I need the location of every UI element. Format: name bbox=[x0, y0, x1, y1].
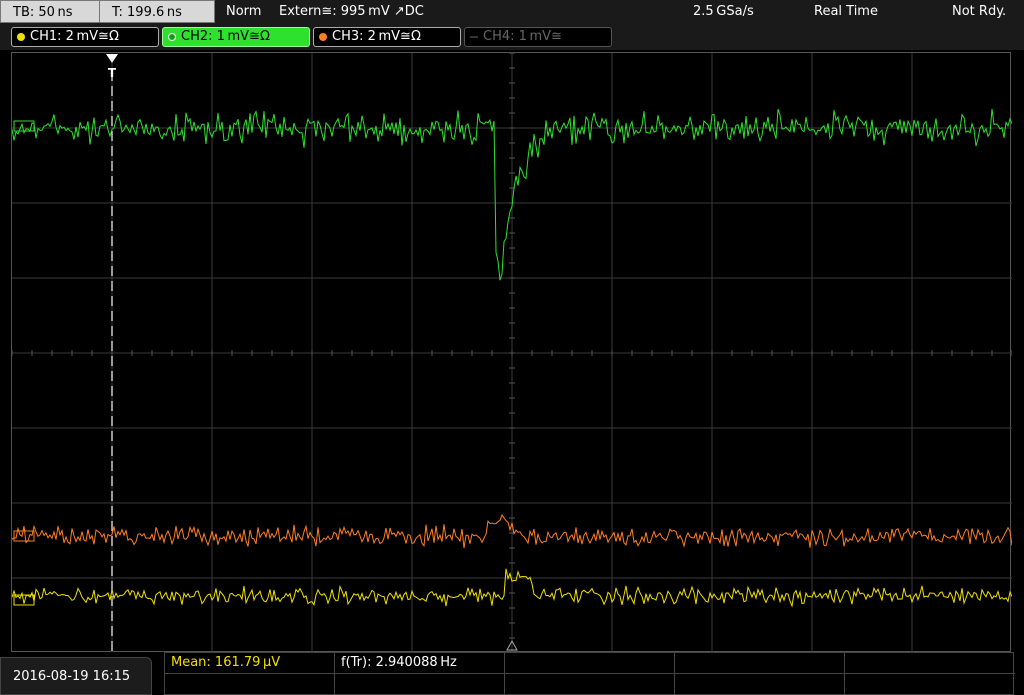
sample-rate[interactable]: 2.5 GSa/s bbox=[693, 0, 754, 23]
measurement-slot-3[interactable] bbox=[505, 653, 675, 674]
channel-2-button[interactable]: CH2: 1 mV≅Ω bbox=[162, 27, 310, 47]
trigger-mode[interactable]: Norm bbox=[226, 0, 261, 23]
mean-measurement[interactable]: Mean: 161.79 µV bbox=[165, 653, 335, 674]
measurement-slot-8[interactable] bbox=[505, 674, 675, 695]
frequency-measurement[interactable]: f(Tr): 2.940088 Hz bbox=[335, 653, 505, 674]
channel-3-label: CH3: 2 mV≅Ω bbox=[332, 29, 421, 44]
measurement-panel[interactable]: Mean: 161.79 µV f(Tr): 2.940088 Hz bbox=[164, 652, 1015, 695]
timebase-readout[interactable]: TB: 50 ns bbox=[0, 0, 100, 23]
channel-3-button[interactable]: CH3: 2 mV≅Ω bbox=[313, 27, 461, 47]
channel-3-dot-icon bbox=[319, 33, 327, 41]
channel-1-dot-icon bbox=[17, 33, 25, 41]
channel-bar: CH1: 2 mV≅Ω CH2: 1 mV≅Ω CH3: 2 mV≅Ω CH4:… bbox=[0, 25, 1024, 50]
channel-4-dash-icon bbox=[470, 36, 478, 38]
channel-2-label: CH2: 1 mV≅Ω bbox=[181, 29, 270, 44]
timebase-value: TB: 50 ns bbox=[13, 5, 73, 20]
status-bar: TB: 50 ns T: 199.6 ns Norm Extern≅: 995 … bbox=[0, 0, 1024, 25]
waveform-display[interactable]: T bbox=[11, 52, 1012, 653]
measurement-slot-7[interactable] bbox=[335, 674, 505, 695]
channel-1-label: CH1: 2 mV≅Ω bbox=[30, 29, 119, 44]
trigger-time-value: T: 199.6 ns bbox=[112, 5, 182, 20]
measurement-slot-6[interactable] bbox=[165, 674, 335, 695]
trigger-source[interactable]: Extern≅: 995 mV ↗DC bbox=[279, 0, 424, 23]
channel-4-label: CH4: 1 mV≅ bbox=[483, 29, 562, 44]
trigger-arrow-icon[interactable] bbox=[106, 54, 118, 63]
measurement-slot-5[interactable] bbox=[845, 653, 1015, 674]
bottom-bar: 2016-08-19 16:15 Mean: 161.79 µV f(Tr): … bbox=[0, 652, 1024, 695]
trigger-marker-label: T bbox=[108, 66, 117, 80]
trigger-time-readout[interactable]: T: 199.6 ns bbox=[100, 0, 215, 23]
trigger-status: Not Rdy. bbox=[952, 4, 1007, 19]
channel-1-button[interactable]: CH1: 2 mV≅Ω bbox=[11, 27, 159, 47]
acquisition-mode[interactable]: Real Time bbox=[814, 0, 878, 23]
channel-4-button[interactable]: CH4: 1 mV≅ bbox=[464, 27, 612, 47]
measurement-slot-9[interactable] bbox=[675, 674, 845, 695]
measurement-slot-10[interactable] bbox=[845, 674, 1015, 695]
datetime-value: 2016-08-19 16:15 bbox=[13, 669, 131, 684]
channel-2-dot-icon bbox=[168, 33, 176, 41]
measurement-slot-4[interactable] bbox=[675, 653, 845, 674]
datetime-display: 2016-08-19 16:15 bbox=[0, 657, 152, 695]
graticule: T bbox=[12, 53, 1012, 653]
